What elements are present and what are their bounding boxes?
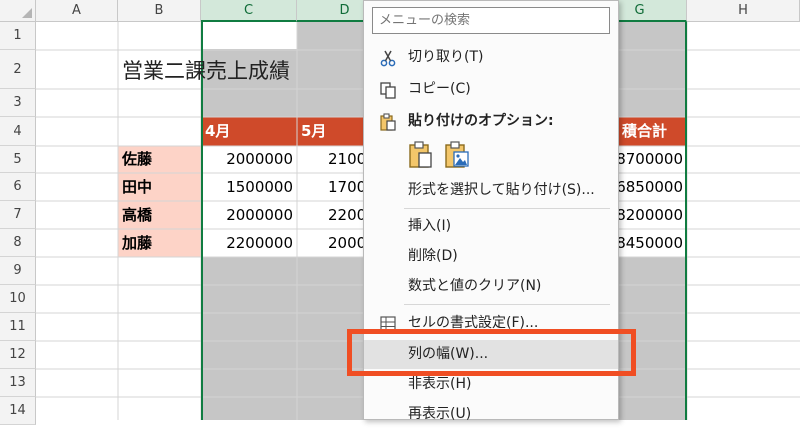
scissors-icon	[380, 50, 396, 67]
menu-item-cut[interactable]: 切り取り(T)	[364, 43, 618, 72]
clipboard-icon	[380, 113, 396, 131]
column-header-b[interactable]: B	[118, 0, 201, 22]
menu-section-paste-options: 貼り付けのオプション:	[364, 107, 618, 136]
menu-item-copy[interactable]: コピー(C)	[364, 75, 618, 104]
menu-item-insert[interactable]: 挿入(I)	[364, 212, 618, 241]
value-cell-d5[interactable]: 2100	[328, 145, 366, 174]
row-header-13[interactable]: 13	[0, 369, 36, 397]
header-cell-g4[interactable]: 積合計	[622, 117, 667, 146]
menu-item-paste-special[interactable]: 形式を選択して貼り付け(S)...	[364, 176, 618, 205]
header-cell-d4[interactable]: 5月	[301, 117, 326, 146]
menu-item-cut-label: 切り取り(T)	[408, 49, 484, 65]
menu-separator	[404, 304, 610, 305]
name-cell-b5[interactable]: 佐藤	[122, 145, 152, 174]
row-header-9[interactable]: 9	[0, 257, 36, 285]
select-all-corner[interactable]	[0, 0, 36, 22]
menu-item-hide-label: 非表示(H)	[408, 376, 472, 392]
row-header-2[interactable]: 2	[0, 50, 36, 89]
row-header-8[interactable]: 8	[0, 229, 36, 257]
name-cell-b6[interactable]: 田中	[122, 173, 152, 202]
row-header-7[interactable]: 7	[0, 201, 36, 229]
paste-as-picture-icon[interactable]	[444, 141, 470, 169]
paste-clipboard-icon[interactable]	[408, 141, 434, 169]
column-header-a[interactable]: A	[36, 0, 118, 22]
menu-item-delete[interactable]: 削除(D)	[364, 242, 618, 271]
menu-item-delete-label: 削除(D)	[408, 248, 458, 264]
menu-separator	[404, 208, 610, 209]
header-cell-c4[interactable]: 4月	[205, 117, 230, 146]
value-cell-c6[interactable]: 1500000	[201, 173, 293, 202]
menu-item-paste-special-label: 形式を選択して貼り付け(S)...	[408, 182, 595, 198]
menu-item-insert-label: 挿入(I)	[408, 218, 452, 234]
callout-highlight-box	[347, 329, 636, 376]
menu-item-copy-label: コピー(C)	[408, 81, 471, 97]
menu-item-clear-contents[interactable]: 数式と値のクリア(N)	[364, 272, 618, 301]
menu-search-input[interactable]	[372, 7, 610, 34]
copy-icon	[380, 82, 396, 99]
value-cell-c8[interactable]: 2200000	[201, 229, 293, 258]
row-header-4[interactable]: 4	[0, 117, 36, 146]
name-cell-b7[interactable]: 高橋	[122, 201, 152, 230]
value-cell-c7[interactable]: 2000000	[201, 201, 293, 230]
name-cell-b8[interactable]: 加藤	[122, 229, 152, 258]
row-header-3[interactable]: 3	[0, 89, 36, 117]
row-header-1[interactable]: 1	[0, 22, 36, 50]
value-cell-d8[interactable]: 2000	[328, 229, 366, 258]
sheet-title[interactable]: 営業二課売上成績	[122, 55, 290, 85]
paste-options-label: 貼り付けのオプション:	[408, 113, 554, 129]
value-cell-d6[interactable]: 1700	[328, 173, 366, 202]
menu-item-clear-contents-label: 数式と値のクリア(N)	[408, 278, 542, 294]
column-header-c[interactable]: C	[201, 0, 297, 22]
column-header-h[interactable]: H	[687, 0, 800, 22]
row-header-10[interactable]: 10	[0, 285, 36, 313]
value-cell-d7[interactable]: 2200	[328, 201, 366, 230]
row-header-11[interactable]: 11	[0, 313, 36, 341]
value-cell-c5[interactable]: 2000000	[201, 145, 293, 174]
row-header-6[interactable]: 6	[0, 173, 36, 201]
row-header-5[interactable]: 5	[0, 146, 36, 173]
menu-item-unhide[interactable]: 再表示(U)	[364, 400, 618, 429]
row-header-14[interactable]: 14	[0, 397, 36, 425]
row-header-12[interactable]: 12	[0, 341, 36, 369]
